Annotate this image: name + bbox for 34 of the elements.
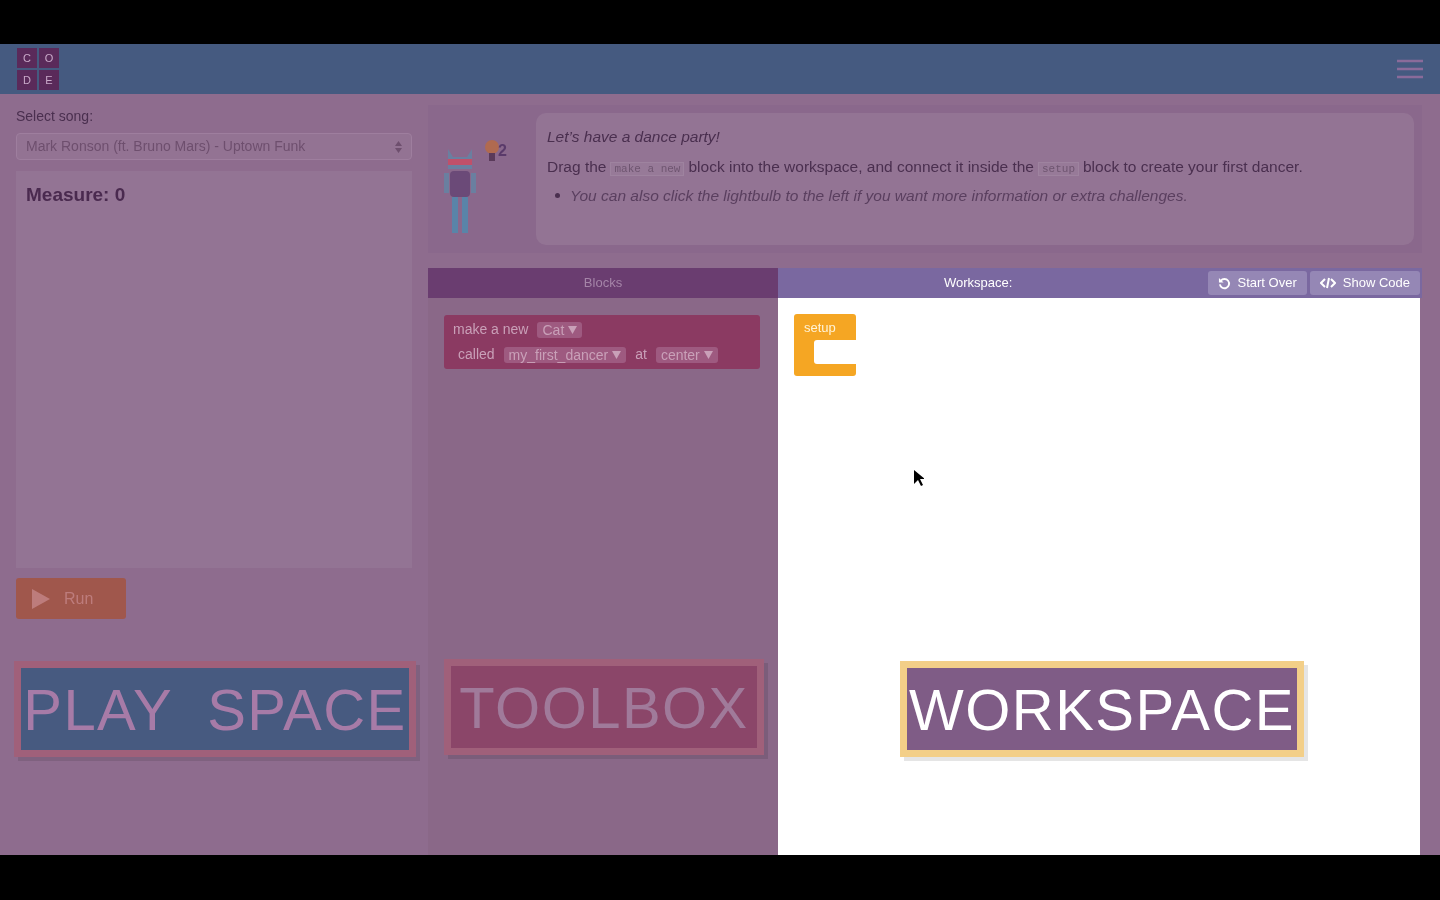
menu-icon[interactable] <box>1397 59 1423 79</box>
workspace-title: Workspace: <box>944 274 1014 293</box>
play-icon <box>32 588 50 609</box>
block-dropdown[interactable]: my_first_dancer <box>503 346 627 363</box>
song-label: Select song: <box>16 107 95 126</box>
logo-letter: O <box>39 48 59 68</box>
start-over-button[interactable]: Start Over <box>1207 271 1307 295</box>
reset-icon <box>1217 276 1231 290</box>
block-text: at <box>635 345 647 364</box>
make-new-block[interactable]: make a new Cat called my_first_dancer at center <box>444 315 760 369</box>
block-dropdown[interactable]: center <box>655 346 718 363</box>
logo[interactable]: C O D E <box>17 48 59 90</box>
block-text: make a new <box>453 320 529 339</box>
measure-text: Measure: 0 <box>26 184 126 205</box>
lightbulb-icon[interactable] <box>484 139 500 163</box>
block-text: called <box>458 345 495 364</box>
setup-block[interactable]: setup <box>794 314 856 376</box>
cursor-icon <box>914 470 924 486</box>
caret-icon <box>568 325 578 334</box>
logo-letter: D <box>17 70 37 90</box>
bullet-icon <box>555 193 560 199</box>
section-label: PLAY SPACE <box>14 661 416 757</box>
code-icon <box>1319 277 1336 289</box>
block-dropdown[interactable]: Cat <box>537 321 583 338</box>
blocks-header: Blocks <box>428 268 778 298</box>
caret-icon <box>612 350 622 359</box>
section-label: WORKSPACE <box>900 661 1304 757</box>
instruction-title: Let’s have a dance party! <box>547 127 721 147</box>
instruction-tip: You can also click the lightbulb to the left if you want more information or extra challenges. <box>570 186 1188 207</box>
show-code-button[interactable]: Show Code <box>1309 271 1420 295</box>
logo-letter: E <box>39 70 59 90</box>
caret-icon <box>703 350 713 359</box>
select-arrows-icon <box>395 140 402 153</box>
logo-letter: C <box>17 48 37 68</box>
